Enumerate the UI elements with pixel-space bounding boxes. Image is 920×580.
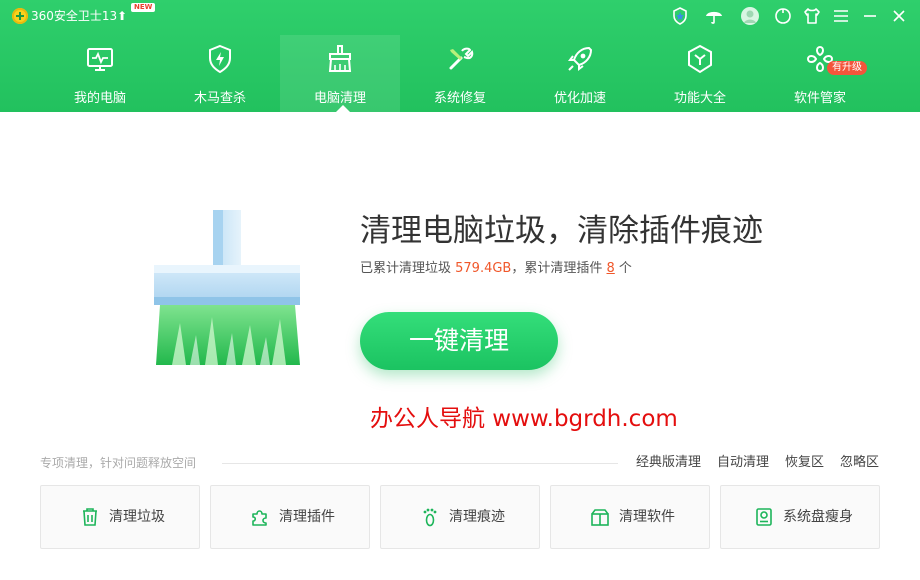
broom-illustration — [150, 205, 310, 375]
nav-item-trojan-scan[interactable]: 木马查杀 — [160, 35, 280, 112]
card-label: 清理垃圾 — [109, 509, 165, 525]
nav-item-system-repair[interactable]: 系统修复 — [400, 35, 520, 112]
watermark-text: 办公人导航 www.bgrdh.com — [370, 406, 678, 432]
ignore-area-link[interactable]: 忽略区 — [840, 455, 879, 471]
menu-icon[interactable] — [831, 6, 851, 26]
monitor-icon — [84, 43, 116, 75]
clean-software-card[interactable]: 清理软件 — [550, 485, 710, 549]
clean-junk-card[interactable]: 清理垃圾 — [40, 485, 200, 549]
stats-suffix: 个 — [614, 261, 632, 276]
hero-headline: 清理电脑垃圾，清除插件痕迹 — [360, 213, 763, 249]
nav-item-optimize[interactable]: 优化加速 — [520, 35, 640, 112]
one-click-clean-button[interactable]: 一键清理 — [360, 312, 558, 370]
stats-prefix: 已累计清理垃圾 — [360, 261, 456, 276]
upgrade-arrow-icon[interactable]: ⬆ — [117, 9, 127, 23]
special-cleanup-label: 专项清理，针对问题释放空间 — [40, 456, 197, 470]
nav-label: 电脑清理 — [313, 91, 366, 106]
umbrella-icon[interactable] — [704, 6, 724, 26]
shield-star-icon[interactable] — [670, 6, 690, 26]
card-label: 清理痕迹 — [449, 509, 505, 525]
divider — [222, 463, 618, 464]
user-avatar-icon[interactable] — [740, 6, 760, 26]
nav-item-all-features[interactable]: 功能大全 — [640, 35, 760, 112]
card-label: 清理软件 — [619, 509, 675, 525]
disk-icon — [753, 506, 775, 528]
rocket-icon — [564, 43, 596, 75]
card-label: 系统盘瘦身 — [783, 509, 853, 525]
shirt-icon[interactable] — [802, 6, 822, 26]
app-logo-icon — [12, 8, 28, 24]
cleanup-stats: 已累计清理垃圾 579.4GB，累计清理插件 8 个 — [360, 260, 632, 278]
shield-bolt-icon — [204, 43, 236, 75]
title-bar: 360安全卫士13 ⬆ NEW — [0, 0, 920, 32]
close-icon[interactable] — [889, 6, 909, 26]
nav-label: 软件管家 — [793, 91, 846, 106]
card-label: 清理插件 — [279, 509, 335, 525]
auto-cleanup-link[interactable]: 自动清理 — [717, 455, 769, 471]
nav-label: 系统修复 — [433, 91, 486, 106]
main-nav: 我的电脑 木马查杀 电脑清理 系统修复 优化加速 功能大全 有升级 软件管家 — [40, 35, 880, 112]
nav-label: 木马查杀 — [193, 91, 246, 106]
system-disk-slim-card[interactable]: 系统盘瘦身 — [720, 485, 880, 549]
nav-item-pc-cleanup[interactable]: 电脑清理 — [280, 35, 400, 112]
minimize-icon[interactable] — [860, 6, 880, 26]
stats-plugin-count[interactable]: 8 — [607, 261, 615, 276]
wrench-icon — [444, 43, 476, 75]
nav-label: 我的电脑 — [73, 91, 126, 106]
recovery-area-link[interactable]: 恢复区 — [785, 455, 824, 471]
app-title: 360安全卫士13 — [31, 9, 118, 23]
top-header: 360安全卫士13 ⬆ NEW 我的电脑 木马查杀 电脑清理 系统修复 优化加速… — [0, 0, 920, 112]
nav-item-my-computer[interactable]: 我的电脑 — [40, 35, 160, 112]
classic-cleanup-link[interactable]: 经典版清理 — [636, 455, 701, 471]
stats-middle: ，累计清理插件 — [511, 261, 607, 276]
nav-label: 优化加速 — [553, 91, 606, 106]
clean-traces-card[interactable]: 清理痕迹 — [380, 485, 540, 549]
new-badge: NEW — [131, 3, 156, 12]
footprint-icon — [419, 506, 441, 528]
puzzle-icon — [249, 506, 271, 528]
broom-icon — [324, 43, 356, 75]
skin-icon[interactable] — [773, 6, 793, 26]
nav-label: 功能大全 — [673, 91, 726, 106]
clean-plugins-card[interactable]: 清理插件 — [210, 485, 370, 549]
nav-item-software-manager[interactable]: 有升级 软件管家 — [760, 35, 880, 112]
package-icon — [589, 506, 611, 528]
cube-icon — [684, 43, 716, 75]
stats-size: 579.4GB — [455, 261, 512, 276]
trash-icon — [79, 506, 101, 528]
upgrade-badge: 有升级 — [827, 61, 867, 75]
